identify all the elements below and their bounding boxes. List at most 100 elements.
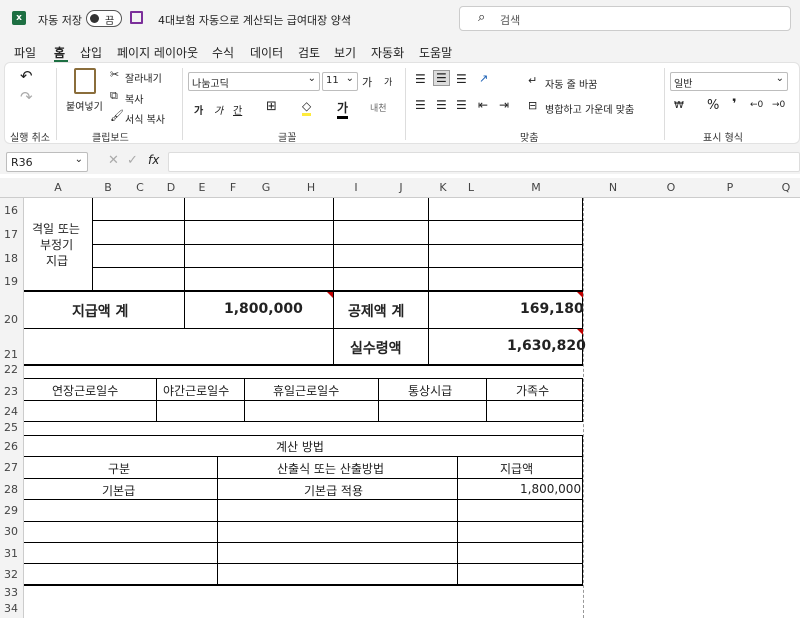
- column-header-K[interactable]: K: [433, 181, 453, 194]
- menu-file[interactable]: 파일: [14, 44, 36, 61]
- menu-automate[interactable]: 자동화: [371, 44, 404, 61]
- row-header-34[interactable]: 34: [0, 602, 22, 615]
- search-box[interactable]: ⌕ 검색: [459, 6, 791, 31]
- autosave-toggle[interactable]: 끔: [86, 10, 122, 27]
- column-header-M[interactable]: M: [526, 181, 546, 194]
- comment-marker[interactable]: [327, 292, 333, 298]
- cut-label[interactable]: 잘라내기: [125, 70, 162, 85]
- function-icon[interactable]: fx: [148, 153, 159, 167]
- menu-view[interactable]: 보기: [334, 44, 356, 61]
- align-middle-icon[interactable]: ☰: [433, 70, 450, 86]
- irregular-label-line3: 지급: [46, 254, 69, 268]
- column-header-P[interactable]: P: [720, 181, 740, 194]
- align-left-icon[interactable]: ☰: [415, 98, 426, 112]
- menu-data[interactable]: 데이터: [250, 44, 283, 61]
- borders-icon[interactable]: ⊞: [266, 99, 277, 114]
- row-header-26[interactable]: 26: [0, 440, 22, 453]
- wrap-text-button[interactable]: 자동 줄 바꿈: [545, 76, 597, 91]
- font-size-dropdown[interactable]: 11 ⌄: [322, 72, 358, 91]
- chevron-down-icon[interactable]: ⌄: [344, 11, 352, 22]
- font-color-icon[interactable]: 가: [337, 99, 349, 119]
- cell-border: [486, 378, 487, 421]
- fill-color-icon[interactable]: ◇: [302, 99, 312, 116]
- menu-page-layout[interactable]: 페이지 레이아웃: [117, 44, 198, 61]
- column-header-I[interactable]: I: [346, 181, 366, 194]
- column-header-J[interactable]: J: [391, 181, 411, 194]
- increase-decimal-icon[interactable]: ←0: [750, 100, 763, 110]
- merge-center-button[interactable]: 병합하고 가운데 맞춤: [545, 101, 634, 116]
- row-header-23[interactable]: 23: [0, 385, 22, 398]
- deduction-label: 공제액 계: [348, 304, 405, 320]
- decrease-indent-icon[interactable]: ⇤: [478, 98, 488, 112]
- orientation-icon[interactable]: ↗: [479, 72, 488, 85]
- enter-icon[interactable]: ✓: [127, 153, 138, 168]
- menu-home[interactable]: 홈: [54, 44, 65, 61]
- row-header-29[interactable]: 29: [0, 504, 22, 517]
- row-header-27[interactable]: 27: [0, 461, 22, 474]
- row-header-33[interactable]: 33: [0, 586, 22, 599]
- currency-icon[interactable]: ₩: [674, 100, 684, 111]
- grow-font-button[interactable]: 가: [362, 74, 372, 90]
- row-header-18[interactable]: 18: [0, 252, 22, 265]
- percent-icon[interactable]: %: [707, 98, 719, 113]
- bold-button[interactable]: 가: [194, 102, 203, 117]
- cell-border: [92, 244, 583, 245]
- number-format-dropdown[interactable]: 일반 ⌄: [670, 72, 788, 91]
- row-header-22[interactable]: 22: [0, 363, 22, 376]
- row-header-32[interactable]: 32: [0, 568, 22, 581]
- comma-icon[interactable]: ❜: [732, 97, 737, 112]
- comment-marker[interactable]: [577, 292, 583, 298]
- row-header-17[interactable]: 17: [0, 228, 22, 241]
- column-header-G[interactable]: G: [256, 181, 276, 194]
- align-center-icon[interactable]: ☰: [436, 98, 447, 112]
- calc-header-amount: 지급액: [500, 462, 534, 476]
- menu-help[interactable]: 도움말: [419, 44, 452, 61]
- column-header-L[interactable]: L: [461, 181, 481, 194]
- row-header-24[interactable]: 24: [0, 405, 22, 418]
- save-icon[interactable]: [130, 11, 143, 24]
- column-header-O[interactable]: O: [661, 181, 681, 194]
- align-bottom-icon[interactable]: ☰: [456, 72, 467, 86]
- column-header-D[interactable]: D: [161, 181, 181, 194]
- redo-icon[interactable]: ↷: [20, 88, 33, 106]
- row-header-28[interactable]: 28: [0, 483, 22, 496]
- column-header-E[interactable]: E: [192, 181, 212, 194]
- column-header-N[interactable]: N: [603, 181, 623, 194]
- phonetic-icon[interactable]: 내천: [370, 101, 387, 114]
- row-header-30[interactable]: 30: [0, 525, 22, 538]
- paste-label[interactable]: 붙여넣기: [66, 98, 103, 113]
- file-name[interactable]: 4대보험 자동으로 계산되는 급여대장 양식: [158, 12, 351, 28]
- row-header-31[interactable]: 31: [0, 547, 22, 560]
- italic-button[interactable]: 가: [214, 102, 223, 117]
- row-header-21[interactable]: 21: [0, 348, 22, 361]
- name-box[interactable]: R36 ⌄: [6, 152, 88, 172]
- menu-insert[interactable]: 삽입: [80, 44, 102, 61]
- column-header-Q[interactable]: Q: [776, 181, 796, 194]
- underline-button[interactable]: 간: [233, 102, 242, 117]
- copy-label[interactable]: 복사: [125, 91, 143, 106]
- row-header-16[interactable]: 16: [0, 204, 22, 217]
- column-header-H[interactable]: H: [301, 181, 321, 194]
- shrink-font-button[interactable]: 가: [384, 75, 392, 88]
- menu-formulas[interactable]: 수식: [212, 44, 234, 61]
- increase-indent-icon[interactable]: ⇥: [499, 98, 509, 112]
- menu-review[interactable]: 검토: [298, 44, 320, 61]
- column-header-C[interactable]: C: [130, 181, 150, 194]
- format-painter-label[interactable]: 서식 복사: [125, 111, 165, 126]
- row-header-20[interactable]: 20: [0, 313, 22, 326]
- scissors-icon: ✂: [110, 68, 120, 81]
- decrease-decimal-icon[interactable]: →0: [772, 100, 785, 110]
- undo-icon[interactable]: ↶: [20, 67, 33, 85]
- align-top-icon[interactable]: ☰: [415, 72, 426, 86]
- comment-marker[interactable]: [577, 329, 583, 335]
- column-header-A[interactable]: A: [48, 181, 68, 194]
- formula-input[interactable]: [168, 152, 800, 172]
- row-header-25[interactable]: 25: [0, 421, 22, 434]
- font-name-dropdown[interactable]: 나눔고딕 ⌄: [188, 72, 320, 91]
- cancel-icon[interactable]: ✕: [108, 153, 119, 168]
- align-right-icon[interactable]: ☰: [456, 98, 467, 112]
- row-header-19[interactable]: 19: [0, 275, 22, 288]
- column-header-B[interactable]: B: [98, 181, 118, 194]
- paste-icon[interactable]: [74, 68, 96, 94]
- column-header-F[interactable]: F: [223, 181, 243, 194]
